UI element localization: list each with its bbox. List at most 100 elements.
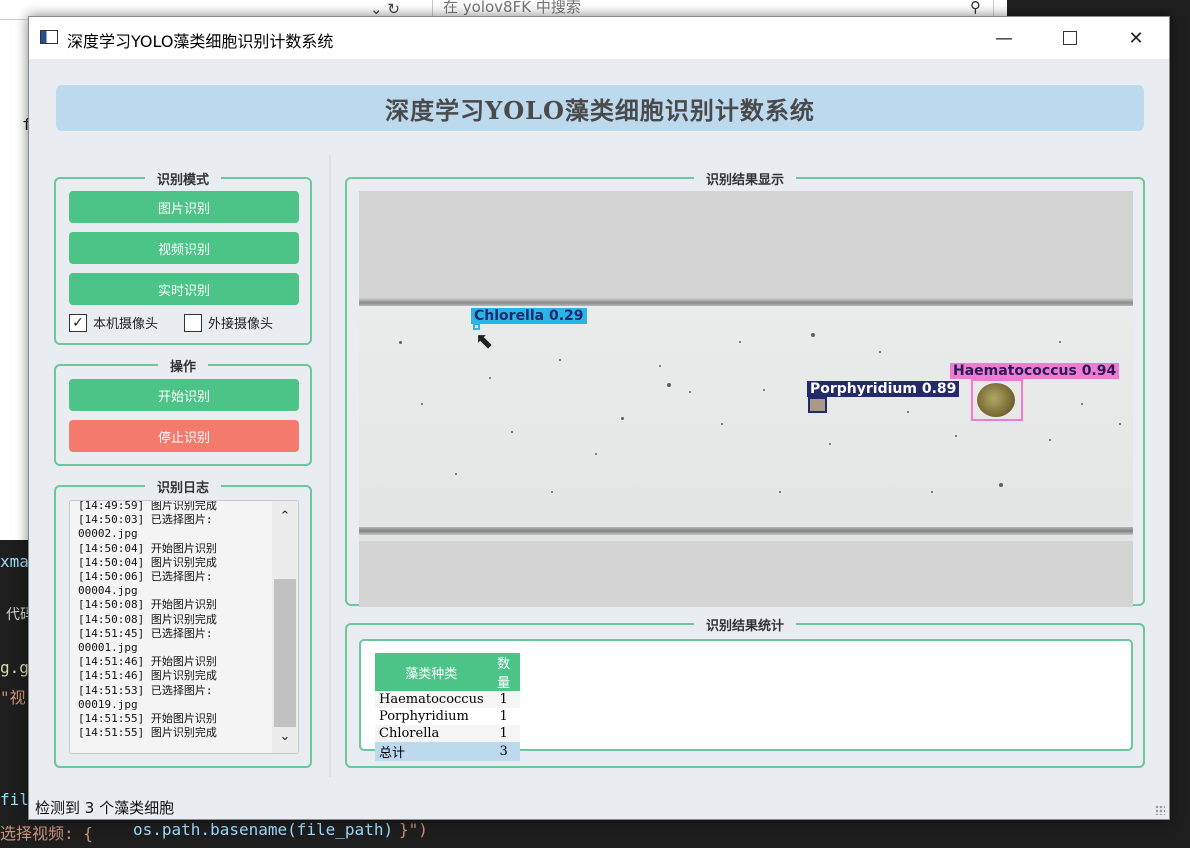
debris-speck	[689, 391, 691, 393]
count-cell: 1	[499, 726, 508, 741]
debris-speck	[1059, 341, 1061, 343]
scroll-up-icon[interactable]: ⌃	[272, 509, 298, 529]
debris-speck	[779, 491, 781, 493]
species-cell: Haematococcus	[379, 692, 484, 707]
bg-code-bottom-line: 选择视频: { os.path.basename(file_path) }")	[0, 818, 1190, 848]
debris-speck	[595, 453, 597, 455]
explorer-search-placeholder: 在 yolov8FK 中搜索	[443, 0, 581, 16]
log-line: [14:49:59] 图片识别完成	[78, 500, 217, 512]
log-line: [14:51:55] 图片识别完成	[78, 726, 217, 740]
log-line: 00001.jpg	[78, 641, 138, 655]
app-window: 深度学习YOLO藻类细胞识别计数系统 — ✕ 深度学习YOLO藻类细胞识别计数系…	[28, 16, 1170, 820]
debris-speck	[811, 333, 815, 337]
result-display-group: 识别结果显示 Chlorella 0.29 ⬉ Porphyridium 0.8…	[345, 173, 1145, 607]
mode-group: 识别模式 图片识别 视频识别 实时识别 ✓ 本机摄像头 外接摄像头	[54, 173, 312, 345]
debris-speck	[421, 403, 423, 405]
stats-header-row: 藻类种类 数量	[375, 653, 520, 691]
close-button[interactable]: ✕	[1113, 17, 1159, 59]
log-line: [14:51:45] 已选择图片:	[78, 626, 213, 640]
log-line: [14:50:03] 已选择图片:	[78, 513, 213, 527]
video-detect-button[interactable]: 视频识别	[69, 232, 299, 264]
chlorella-label: Chlorella 0.29	[471, 308, 587, 324]
mouse-cursor-icon: ⬉	[475, 329, 494, 354]
bg-code-line: "视	[0, 688, 26, 707]
log-line: 00004.jpg	[78, 584, 138, 598]
local-camera-label: 本机摄像头	[93, 317, 159, 332]
scrollbar-thumb[interactable]	[274, 579, 296, 727]
species-cell: Porphyridium	[379, 709, 469, 724]
debris-speck	[999, 483, 1003, 487]
species-header: 藻类种类	[375, 653, 488, 691]
total-label: 总计	[379, 746, 406, 761]
bg-code-expr: os.path.basename(file_path)	[133, 820, 394, 839]
title-bar[interactable]: 深度学习YOLO藻类细胞识别计数系统 — ✕	[29, 17, 1169, 59]
debris-speck	[489, 377, 491, 379]
debris-speck	[667, 383, 671, 387]
stop-detect-button[interactable]: 停止识别	[69, 420, 299, 452]
table-row: Chlorella 1	[375, 725, 520, 742]
scroll-down-icon[interactable]: ⌄	[272, 729, 298, 749]
minimize-button[interactable]: —	[981, 17, 1027, 59]
log-line: [14:50:08] 开始图片识别	[78, 598, 217, 612]
image-detect-button[interactable]: 图片识别	[69, 191, 299, 223]
camera-options: ✓ 本机摄像头 外接摄像头	[69, 313, 273, 332]
bg-code-line: g.g	[0, 658, 29, 677]
haematococcus-box	[971, 379, 1023, 421]
close-icon: ✕	[1128, 27, 1144, 49]
log-textbox[interactable]: [14:49:59] 图片识别完成 [14:50:03] 已选择图片: 00002.…	[69, 500, 299, 754]
debris-speck	[511, 431, 513, 433]
maximize-button[interactable]	[1047, 17, 1093, 59]
ops-group: 操作 开始识别 停止识别	[54, 360, 312, 466]
table-row: Porphyridium 1	[375, 708, 520, 725]
bg-code-line: fil	[0, 790, 29, 809]
log-scrollbar[interactable]: ⌃ ⌄	[272, 501, 298, 753]
maximize-icon	[1063, 31, 1077, 45]
minimize-icon: —	[995, 27, 1013, 49]
realtime-detect-button[interactable]: 实时识别	[69, 273, 299, 305]
result-display-title: 识别结果显示	[693, 173, 796, 188]
log-line: [14:51:46] 开始图片识别	[78, 655, 217, 669]
debris-speck	[907, 411, 909, 413]
stats-table-container: 藻类种类 数量 Haematococcus 1 Porphyridium 1 C…	[359, 639, 1133, 761]
detection-image: Chlorella 0.29 ⬉ Porphyridium 0.89 Haema…	[359, 191, 1133, 607]
search-icon[interactable]: ⚲	[970, 0, 981, 15]
table-row: Haematococcus 1	[375, 691, 520, 708]
window-title: 深度学习YOLO藻类细胞识别计数系统	[67, 32, 334, 51]
log-group: 识别日志 [14:49:59] 图片识别完成 [14:50:03] 已选择图片: 0…	[54, 481, 312, 768]
debris-speck	[1049, 439, 1051, 441]
bg-code-line: xma	[0, 552, 29, 571]
debris-speck	[739, 341, 741, 343]
debris-speck	[621, 417, 624, 420]
log-line: 00002.jpg	[78, 527, 138, 541]
debris-speck	[763, 389, 765, 391]
app-icon	[40, 30, 58, 44]
mode-group-title: 识别模式	[144, 173, 221, 188]
debris-speck	[1119, 423, 1121, 425]
debris-speck	[659, 365, 661, 367]
debris-speck	[931, 491, 933, 493]
bg-code-prefix: 选择视频: {	[0, 824, 93, 843]
log-line: [14:51:46] 图片识别完成	[78, 669, 217, 683]
local-camera-checkbox[interactable]: ✓	[69, 313, 87, 332]
porphyridium-label: Porphyridium 0.89	[807, 381, 960, 397]
total-row: 总计 3	[375, 742, 520, 761]
external-camera-label: 外接摄像头	[208, 317, 274, 332]
debris-speck	[721, 423, 723, 425]
log-line: [14:50:06] 已选择图片:	[78, 570, 213, 584]
haematococcus-cell	[977, 383, 1015, 417]
status-bar-text: 检测到 3 个藻类细胞	[35, 799, 175, 817]
debris-speck	[879, 351, 881, 353]
species-cell: Chlorella	[379, 726, 440, 741]
bg-code-suffix: }")	[399, 820, 428, 839]
external-camera-checkbox[interactable]	[184, 313, 203, 332]
start-detect-button[interactable]: 开始识别	[69, 379, 299, 411]
log-line: [14:51:55] 开始图片识别	[78, 712, 217, 726]
count-header: 数量	[487, 653, 520, 691]
debris-speck	[455, 473, 457, 475]
log-line: [14:50:04] 开始图片识别	[78, 541, 217, 555]
resize-grip-icon[interactable]	[1155, 805, 1165, 815]
slide-edge-top	[359, 298, 1133, 306]
stats-group-title: 识别结果统计	[693, 619, 796, 634]
log-line: [14:50:04] 图片识别完成	[78, 555, 217, 569]
total-count: 3	[499, 744, 508, 759]
